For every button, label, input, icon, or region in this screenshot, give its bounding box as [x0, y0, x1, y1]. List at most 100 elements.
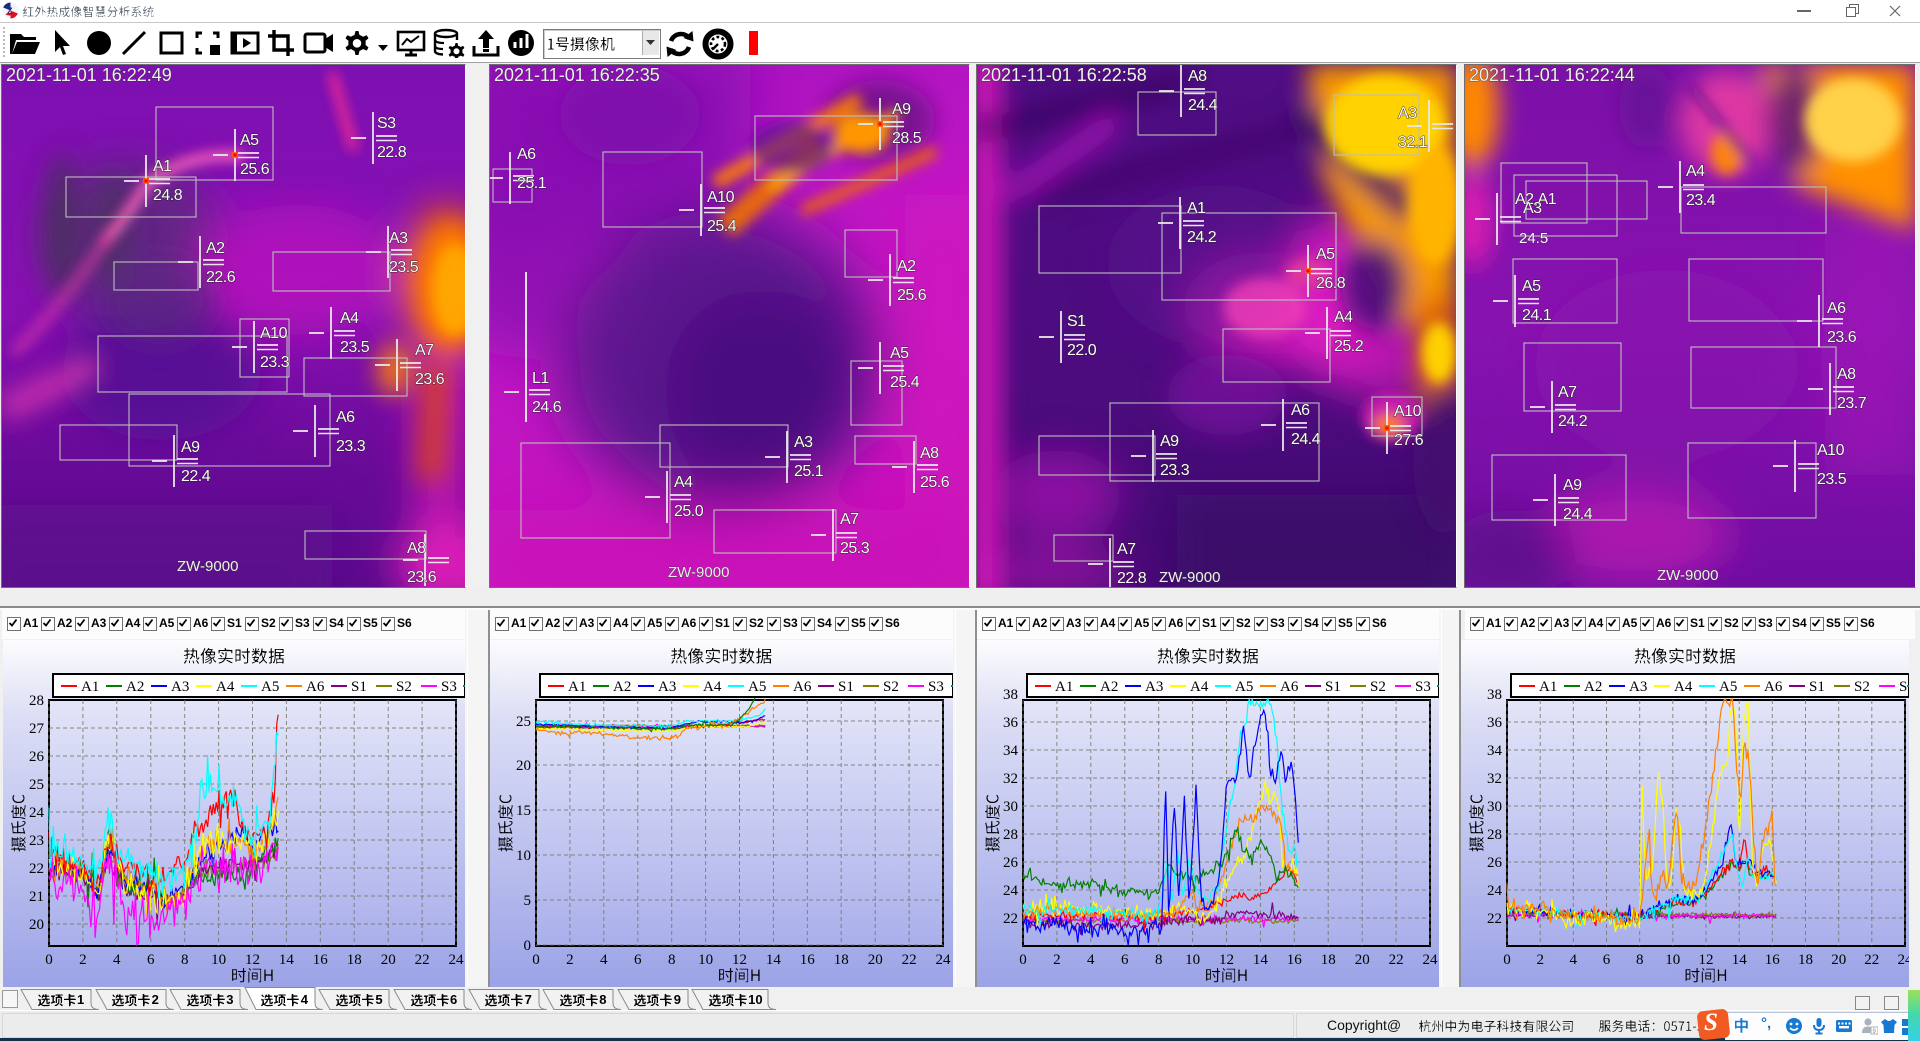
svg-text:A4: A4 [1334, 309, 1353, 326]
svg-text:23.7: 23.7 [1837, 395, 1867, 412]
svg-text:ZW-9000: ZW-9000 [1159, 569, 1220, 586]
svg-text:28: 28 [1003, 827, 1018, 843]
svg-text:23.5: 23.5 [389, 259, 419, 276]
svg-text:8: 8 [668, 952, 676, 968]
svg-text:A6: A6 [1764, 679, 1783, 695]
svg-text:24: 24 [936, 952, 952, 968]
svg-text:S3: S3 [377, 115, 396, 132]
svg-text:2021-11-01 16:22:58: 2021-11-01 16:22:58 [981, 65, 1147, 85]
svg-text:6: 6 [1603, 952, 1611, 968]
svg-text:23.4: 23.4 [1686, 192, 1716, 209]
svg-text:Z: Z [7, 6, 13, 16]
svg-text:25.1: 25.1 [517, 175, 547, 192]
svg-text:26: 26 [1487, 855, 1503, 871]
svg-text:36: 36 [1487, 715, 1503, 731]
svg-text:18: 18 [347, 952, 362, 968]
svg-text:A9: A9 [892, 101, 911, 118]
svg-text:A3: A3 [1629, 679, 1647, 695]
svg-text:ZW-9000: ZW-9000 [668, 564, 729, 581]
svg-text:18: 18 [1798, 952, 1813, 968]
svg-text:25.4: 25.4 [890, 374, 920, 391]
svg-text:12: 12 [1219, 952, 1234, 968]
svg-text:24: 24 [29, 805, 45, 821]
svg-text:A7: A7 [1117, 541, 1136, 558]
svg-text:32.1: 32.1 [1398, 134, 1428, 151]
svg-text:ZW-9000: ZW-9000 [1657, 567, 1718, 584]
svg-text:A2: A2 [1100, 679, 1118, 695]
svg-text:S1: S1 [838, 679, 854, 695]
svg-text:22: 22 [1003, 911, 1018, 927]
svg-text:2: 2 [1536, 952, 1544, 968]
svg-text:A1: A1 [81, 679, 99, 695]
svg-text:4: 4 [1087, 952, 1095, 968]
svg-text:20: 20 [381, 952, 396, 968]
svg-text:6: 6 [147, 952, 155, 968]
svg-text:S1: S1 [1325, 679, 1341, 695]
svg-text:A3: A3 [1398, 105, 1417, 122]
svg-text:A5: A5 [890, 345, 909, 362]
svg-text:18: 18 [834, 952, 849, 968]
svg-text:23.6: 23.6 [407, 569, 437, 586]
svg-text:A10: A10 [260, 325, 288, 342]
svg-text:0: 0 [1503, 952, 1511, 968]
svg-text:A2: A2 [1584, 679, 1602, 695]
svg-text:24.4: 24.4 [1563, 506, 1593, 523]
svg-text:S3: S3 [1415, 679, 1431, 695]
svg-text:14: 14 [1253, 952, 1269, 968]
svg-text:10: 10 [211, 952, 226, 968]
svg-text:26: 26 [29, 749, 45, 765]
svg-text:A6: A6 [517, 146, 536, 163]
svg-text:S1: S1 [351, 679, 367, 695]
svg-text:24.4: 24.4 [1188, 97, 1218, 114]
svg-text:21: 21 [29, 889, 44, 905]
svg-text:4: 4 [600, 952, 608, 968]
svg-text:12: 12 [732, 952, 747, 968]
svg-text:A10: A10 [1817, 442, 1845, 459]
svg-text:6: 6 [1121, 952, 1129, 968]
svg-text:A7: A7 [1558, 384, 1577, 401]
svg-text:23.3: 23.3 [260, 354, 290, 371]
svg-text:S1: S1 [1067, 313, 1086, 330]
svg-text:A6: A6 [793, 679, 812, 695]
svg-text:24: 24 [1003, 883, 1019, 899]
svg-text:20: 20 [516, 758, 531, 774]
svg-text:24.6: 24.6 [532, 399, 562, 416]
svg-text:25: 25 [516, 714, 531, 730]
svg-text:22.0: 22.0 [1067, 342, 1097, 359]
svg-text:A5: A5 [240, 132, 259, 149]
svg-text:26.8: 26.8 [1316, 275, 1346, 292]
svg-text:12: 12 [1699, 952, 1714, 968]
svg-text:24: 24 [1487, 883, 1503, 899]
svg-text:38: 38 [1487, 687, 1502, 703]
svg-text:A8: A8 [1188, 68, 1207, 85]
svg-text:23.6: 23.6 [1827, 329, 1857, 346]
svg-text:S2: S2 [1854, 679, 1870, 695]
svg-text:5: 5 [524, 893, 532, 909]
svg-text:25.1: 25.1 [794, 463, 824, 480]
svg-text:2021-11-01 16:22:35: 2021-11-01 16:22:35 [494, 65, 660, 85]
svg-text:A6: A6 [306, 679, 325, 695]
svg-text:24.4: 24.4 [1291, 431, 1321, 448]
svg-text:15: 15 [516, 803, 531, 819]
svg-text:S2: S2 [883, 679, 899, 695]
svg-text:S2: S2 [396, 679, 412, 695]
svg-text:0: 0 [524, 938, 532, 954]
svg-text:25.0: 25.0 [674, 503, 704, 520]
svg-text:34: 34 [1003, 743, 1019, 759]
svg-text:0: 0 [1019, 952, 1027, 968]
svg-text:34: 34 [1487, 743, 1503, 759]
svg-text:A1: A1 [1055, 679, 1073, 695]
svg-text:22: 22 [902, 952, 917, 968]
svg-text:A3: A3 [658, 679, 676, 695]
svg-text:16: 16 [1287, 952, 1303, 968]
svg-text:S3: S3 [441, 679, 457, 695]
svg-text:10: 10 [516, 848, 531, 864]
svg-text:A5: A5 [1316, 246, 1335, 263]
svg-text:30: 30 [1487, 799, 1502, 815]
svg-text:22.8: 22.8 [1117, 570, 1147, 587]
svg-text:2021-11-01 16:22:44: 2021-11-01 16:22:44 [1469, 65, 1635, 85]
svg-text:A4: A4 [340, 310, 359, 327]
svg-text:25: 25 [29, 777, 44, 793]
svg-text:A4: A4 [1686, 163, 1705, 180]
svg-text:L1: L1 [532, 370, 549, 387]
